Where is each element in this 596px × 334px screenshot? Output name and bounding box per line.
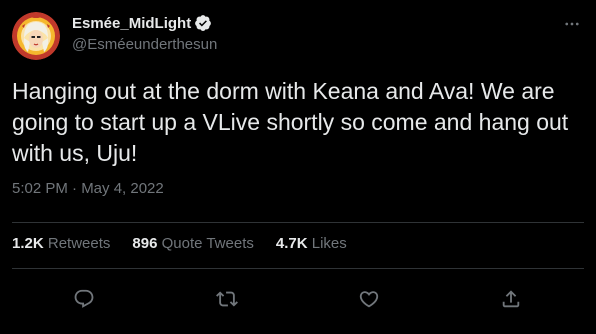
- like-button[interactable]: [352, 282, 386, 316]
- engagement-stats: 1.2K Retweets 896 Quote Tweets 4.7K Like…: [12, 235, 369, 252]
- retweets-label: Retweets: [47, 235, 111, 252]
- reply-icon: [74, 289, 94, 308]
- tweet-timestamp[interactable]: 5:02 PM · May 4, 2022: [12, 180, 164, 197]
- more-dots-icon: [565, 22, 579, 26]
- avatar-image: [12, 12, 60, 60]
- tweet-text: Hanging out at the dorm with Keana and A…: [12, 78, 569, 166]
- quote-tweets-stat[interactable]: 896 Quote Tweets: [132, 235, 253, 252]
- retweet-icon: [216, 291, 238, 307]
- display-name[interactable]: Esmée_MidLight: [72, 15, 191, 32]
- verified-badge-icon: [194, 14, 212, 32]
- retweet-button[interactable]: [210, 282, 244, 316]
- likes-count: 4.7K: [275, 235, 308, 252]
- retweets-count: 1.2K: [12, 235, 44, 252]
- action-bar: [0, 282, 596, 316]
- divider: [12, 268, 584, 269]
- divider: [12, 222, 584, 223]
- author-name-row: Esmée_MidLight: [72, 13, 212, 33]
- share-button[interactable]: [494, 282, 528, 316]
- heart-icon: [359, 291, 379, 308]
- retweets-stat[interactable]: 1.2K Retweets: [12, 235, 110, 252]
- share-icon: [502, 290, 520, 308]
- more-options-button[interactable]: [560, 12, 584, 36]
- quote-tweets-count: 896: [132, 235, 158, 252]
- quote-tweets-label: Quote Tweets: [161, 235, 254, 252]
- likes-stat[interactable]: 4.7K Likes: [276, 235, 347, 252]
- username-handle[interactable]: @Esméeunderthesun: [72, 36, 217, 53]
- likes-label: Likes: [311, 235, 347, 252]
- avatar[interactable]: [12, 12, 60, 60]
- tweet-detail: Esmée_MidLight @Esméeunderthesun Hanging…: [0, 0, 596, 334]
- reply-button[interactable]: [67, 282, 101, 316]
